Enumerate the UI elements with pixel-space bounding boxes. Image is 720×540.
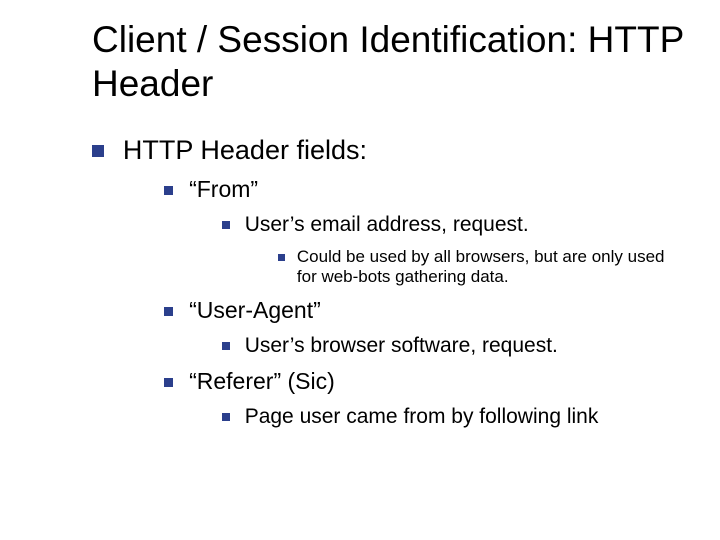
bullet-icon [222, 342, 230, 350]
slide: Client / Session Identification: HTTP He… [0, 0, 720, 463]
list-item: “Referer” (Sic) [164, 368, 688, 395]
bullet-icon [164, 186, 173, 195]
list-item: HTTP Header fields: [92, 135, 688, 166]
list-item: “From” [164, 176, 688, 203]
bullet-icon [222, 221, 230, 229]
bullet-text: Page user came from by following link [245, 405, 599, 429]
bullet-icon [164, 307, 173, 316]
list-item: User’s browser software, request. [222, 334, 688, 358]
bullet-icon [222, 413, 230, 421]
bullet-text: HTTP Header fields: [123, 135, 367, 166]
bullet-icon [92, 145, 104, 157]
list-item: User’s email address, request. [222, 213, 688, 237]
list-item: “User-Agent” [164, 297, 688, 324]
list-item: Page user came from by following link [222, 405, 688, 429]
bullet-icon [278, 254, 285, 261]
bullet-text: “User-Agent” [189, 297, 321, 324]
bullet-text: “Referer” (Sic) [189, 368, 335, 395]
bullet-text: “From” [189, 176, 258, 203]
bullet-text: User’s email address, request. [245, 213, 529, 237]
bullet-text: Could be used by all browsers, but are o… [297, 247, 678, 287]
list-item: Could be used by all browsers, but are o… [278, 247, 688, 287]
bullet-icon [164, 378, 173, 387]
bullet-text: User’s browser software, request. [245, 334, 558, 358]
slide-title: Client / Session Identification: HTTP He… [92, 18, 688, 107]
